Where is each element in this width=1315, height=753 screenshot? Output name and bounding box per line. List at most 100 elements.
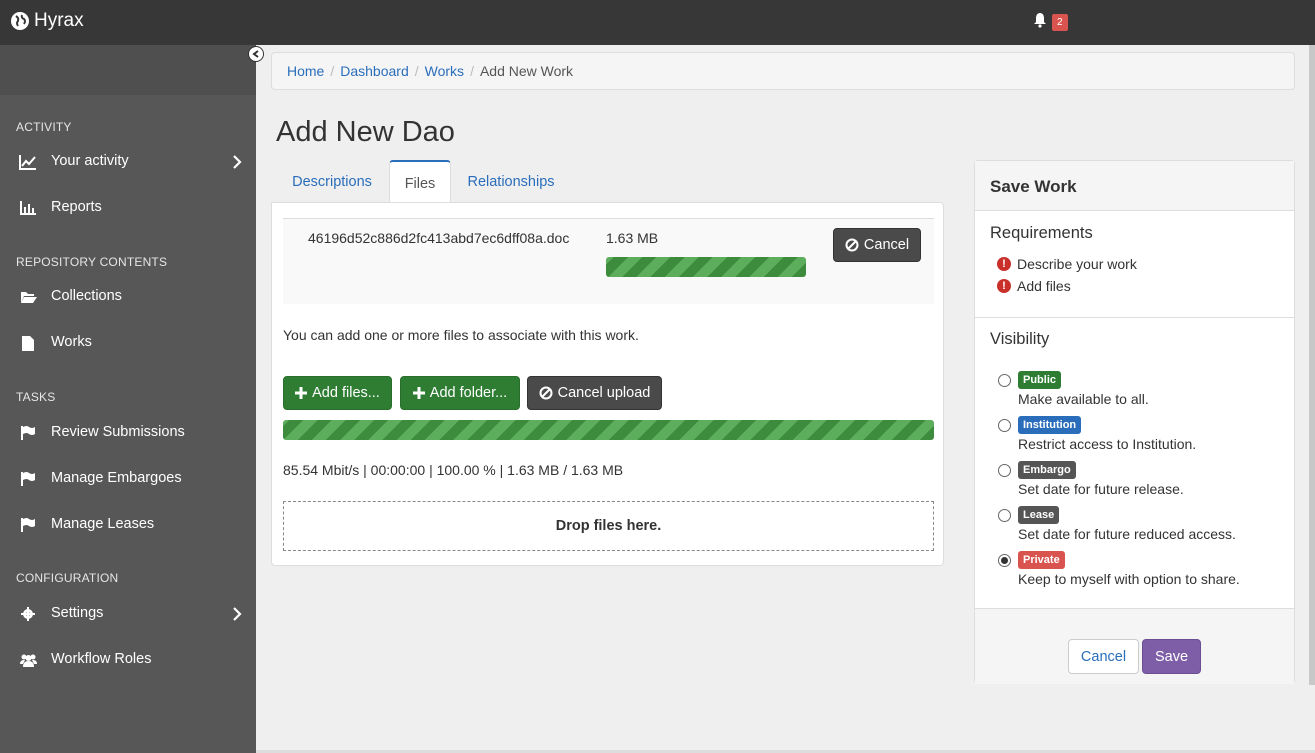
breadcrumb-current: Add New Work xyxy=(479,63,574,79)
sidebar-section-activity: ACTIVITY xyxy=(16,120,72,134)
requirement-describe-work: ! Describe your work xyxy=(997,256,1137,272)
upload-stats: 85.54 Mbit/s | 00:00:00 | 100.00 % | 1.6… xyxy=(283,462,624,478)
sidebar-item-label: Review Submissions xyxy=(51,424,185,440)
visibility-radio-public[interactable] xyxy=(998,374,1011,387)
sidebar-item-label: Collections xyxy=(51,288,122,304)
requirement-label: Add files xyxy=(1017,278,1071,294)
file-progress-bar xyxy=(606,257,806,277)
sidebar-item-label: Settings xyxy=(51,605,104,621)
drop-zone[interactable]: Drop files here. xyxy=(283,501,934,551)
add-folder-button[interactable]: Add folder... xyxy=(400,376,520,410)
sidebar-item-your-activity[interactable]: Your activity xyxy=(0,142,256,182)
overall-progress-bar xyxy=(283,420,934,440)
exclamation-circle-icon: ! xyxy=(997,279,1011,293)
bar-chart-icon xyxy=(19,200,37,216)
top-navbar: Hyrax 2 xyxy=(0,0,1315,45)
save-button[interactable]: Save xyxy=(1142,639,1201,674)
requirement-add-files: ! Add files xyxy=(997,278,1071,294)
divider xyxy=(975,317,1294,318)
visibility-badge: Institution xyxy=(1018,416,1082,434)
brand-logo[interactable]: Hyrax xyxy=(10,10,84,32)
page-scrollbar[interactable] xyxy=(1309,45,1315,685)
line-chart-icon xyxy=(19,154,37,170)
tab-files[interactable]: Files xyxy=(389,160,451,203)
folder-open-icon xyxy=(19,289,37,305)
sidebar-item-manage-leases[interactable]: Manage Leases xyxy=(0,505,256,545)
sidebar-section-repository-contents: REPOSITORY CONTENTS xyxy=(16,255,168,269)
requirement-label: Describe your work xyxy=(1017,256,1137,272)
help-text: You can add one or more files to associa… xyxy=(283,327,639,343)
sidebar-item-label: Your activity xyxy=(51,153,129,169)
sidebar-section-configuration: CONFIGURATION xyxy=(16,571,119,585)
ban-icon xyxy=(539,386,553,400)
add-files-label: Add files... xyxy=(312,385,380,401)
add-folder-label: Add folder... xyxy=(429,385,508,401)
sidebar-item-workflow-roles[interactable]: Workflow Roles xyxy=(0,640,256,680)
cancel-upload-button[interactable]: Cancel upload xyxy=(527,376,662,410)
sidebar-item-collections[interactable]: Collections xyxy=(0,277,256,317)
file-icon xyxy=(19,335,37,351)
add-files-button[interactable]: Add files... xyxy=(283,376,392,410)
uploaded-file-row: 46196d52c886d2fc413abd7ec6dff08a.doc 1.6… xyxy=(283,218,934,304)
visibility-badge: Private xyxy=(1018,551,1065,569)
file-size: 1.63 MB xyxy=(606,230,659,246)
brand-name: Hyrax xyxy=(34,10,84,31)
users-icon xyxy=(19,652,37,668)
sidebar: ACTIVITY Your activity Reports REPOSITOR… xyxy=(0,45,256,753)
sidebar-section-tasks: TASKS xyxy=(16,390,56,404)
breadcrumb-separator: / xyxy=(470,63,474,79)
breadcrumb-works[interactable]: Works xyxy=(425,63,464,79)
notification-count-badge[interactable]: 2 xyxy=(1052,14,1068,31)
save-work-title: Save Work xyxy=(975,161,1294,211)
breadcrumb-dashboard[interactable]: Dashboard xyxy=(340,63,409,79)
flag-icon xyxy=(19,471,37,487)
bell-icon[interactable] xyxy=(1032,12,1048,28)
sidebar-item-settings[interactable]: Settings xyxy=(0,594,256,634)
breadcrumb: Home / Dashboard / Works / Add New Work xyxy=(271,52,1295,90)
sidebar-item-reports[interactable]: Reports xyxy=(0,188,256,228)
requirements-title: Requirements xyxy=(990,224,1093,242)
chevron-left-icon xyxy=(252,50,259,58)
visibility-desc: Make available to all. xyxy=(1018,391,1149,407)
cancel-button[interactable]: Cancel xyxy=(1068,639,1139,674)
visibility-desc: Set date for future release. xyxy=(1018,481,1184,497)
visibility-radio-lease[interactable] xyxy=(998,509,1011,522)
visibility-radio-private[interactable] xyxy=(998,554,1011,567)
visibility-badge: Embargo xyxy=(1018,461,1076,479)
sidebar-item-label: Manage Embargoes xyxy=(51,470,182,486)
file-name: 46196d52c886d2fc413abd7ec6dff08a.doc xyxy=(308,230,570,246)
gear-icon xyxy=(19,606,37,622)
flag-icon xyxy=(19,425,37,441)
visibility-radio-institution[interactable] xyxy=(998,419,1011,432)
visibility-desc: Set date for future reduced access. xyxy=(1018,526,1236,542)
files-panel: 46196d52c886d2fc413abd7ec6dff08a.doc 1.6… xyxy=(271,202,944,566)
globe-icon xyxy=(11,12,29,30)
cancel-upload-label: Cancel upload xyxy=(557,385,651,401)
sidebar-item-manage-embargoes[interactable]: Manage Embargoes xyxy=(0,459,256,499)
cancel-file-button[interactable]: Cancel xyxy=(833,228,921,262)
drop-zone-text: Drop files here. xyxy=(555,518,662,534)
tab-relationships[interactable]: Relationships xyxy=(457,160,565,203)
flag-icon xyxy=(19,517,37,533)
plus-icon xyxy=(295,387,308,399)
visibility-desc: Restrict access to Institution. xyxy=(1018,436,1197,452)
plus-icon xyxy=(412,387,425,399)
sidebar-item-label: Reports xyxy=(51,199,102,215)
sidebar-item-label: Workflow Roles xyxy=(51,651,152,667)
sidebar-item-review-submissions[interactable]: Review Submissions xyxy=(0,413,256,453)
breadcrumb-home[interactable]: Home xyxy=(287,63,324,79)
visibility-radio-embargo[interactable] xyxy=(998,464,1011,477)
breadcrumb-separator: / xyxy=(330,63,335,79)
chevron-right-icon xyxy=(233,155,242,169)
exclamation-circle-icon: ! xyxy=(997,257,1011,271)
page-title: Add New Dao xyxy=(276,116,455,148)
visibility-badge: Public xyxy=(1018,371,1062,389)
sidebar-item-works[interactable]: Works xyxy=(0,323,256,363)
visibility-title: Visibility xyxy=(990,330,1050,348)
visibility-desc: Keep to myself with option to share. xyxy=(1018,571,1240,587)
sidebar-collapse-button[interactable] xyxy=(248,46,264,62)
tab-descriptions[interactable]: Descriptions xyxy=(279,160,385,203)
breadcrumb-separator: / xyxy=(414,63,419,79)
cancel-file-label: Cancel xyxy=(863,237,910,253)
sidebar-profile-area xyxy=(0,45,256,95)
